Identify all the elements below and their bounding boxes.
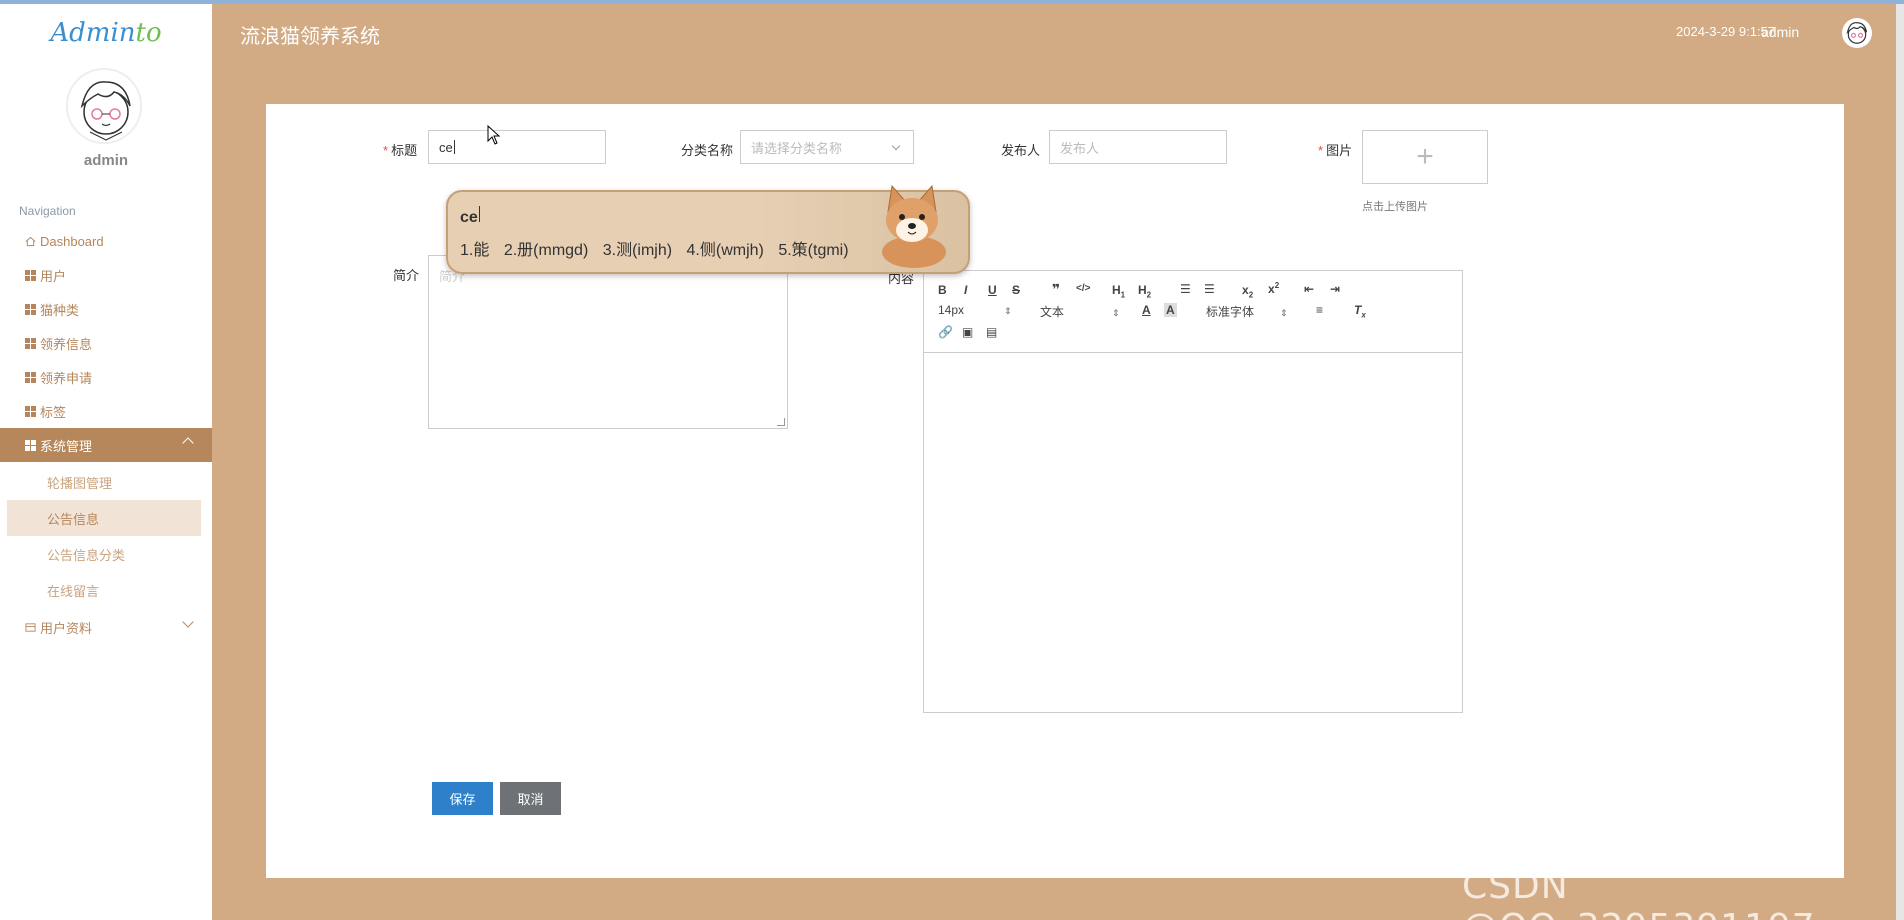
- indent-icon[interactable]: ⇥: [1330, 282, 1340, 296]
- sidebar-item-label: Dashboard: [40, 233, 104, 249]
- ime-candidate[interactable]: 5.策(tgmi): [778, 242, 848, 259]
- font-family-select[interactable]: 标准字体 ⇕: [1206, 303, 1288, 320]
- editor-toolbar: B I U S ❞ </> H1 H2 ☰ ☰ x2 x2 ⇤ ⇥ 14px ⇕ …: [924, 271, 1462, 353]
- bold-icon[interactable]: B: [938, 283, 947, 297]
- video-icon[interactable]: ▤: [986, 325, 997, 339]
- sidebar-item-label: 猫种类: [40, 302, 80, 318]
- grid-icon: [25, 439, 36, 451]
- grid-icon: [25, 371, 36, 383]
- top-border: [0, 0, 1904, 4]
- app-title: 流浪猫领养系统: [240, 26, 380, 48]
- watermark: CSDN @QQ_3295391197: [1462, 866, 1815, 920]
- heading2-icon[interactable]: H2: [1138, 283, 1151, 299]
- text-color-icon[interactable]: A: [1142, 303, 1151, 317]
- intro-label: 简介: [393, 268, 420, 283]
- shiba-dog-illustration: [882, 184, 946, 268]
- sidebar-item-label: 系统管理: [40, 438, 93, 454]
- sidebar-subitem-carousel[interactable]: 轮播图管理: [7, 464, 201, 500]
- ime-candidate[interactable]: 1.能: [460, 242, 489, 259]
- sidebar-item-label: 领养申请: [40, 370, 93, 386]
- italic-icon[interactable]: I: [964, 283, 967, 297]
- header-username[interactable]: admin: [1761, 24, 1799, 40]
- outdent-icon[interactable]: ⇤: [1304, 282, 1314, 296]
- publisher-input[interactable]: 发布人: [1049, 130, 1227, 164]
- sidebar-item-users[interactable]: 用户: [0, 258, 212, 292]
- sidebar-item-dashboard[interactable]: Dashboard: [0, 224, 212, 258]
- sidebar-item-label: 用户资料: [40, 620, 93, 636]
- mouse-cursor-icon: [487, 125, 501, 145]
- grid-icon: [25, 303, 36, 315]
- rich-text-editor: B I U S ❞ </> H1 H2 ☰ ☰ x2 x2 ⇤ ⇥ 14px ⇕ …: [923, 270, 1463, 713]
- publisher-label: 发布人: [1001, 143, 1041, 158]
- link-icon[interactable]: 🔗: [938, 325, 953, 339]
- ime-candidate[interactable]: 3.测(imjh): [603, 242, 672, 259]
- sidebar-subitem-announcement-categories[interactable]: 公告信息分类: [7, 536, 201, 572]
- category-select[interactable]: 请选择分类名称: [740, 130, 914, 164]
- superscript-icon[interactable]: x2: [1268, 281, 1279, 296]
- clear-format-icon[interactable]: Tx: [1354, 303, 1366, 319]
- strikethrough-icon[interactable]: S: [1012, 283, 1020, 297]
- grid-icon: [25, 337, 36, 349]
- sidebar-item-cat-breeds[interactable]: 猫种类: [0, 292, 212, 326]
- cancel-button[interactable]: 取消: [500, 782, 561, 815]
- sidebar-item-adoption-info[interactable]: 领养信息: [0, 326, 212, 360]
- sidebar-subitem-announcements[interactable]: 公告信息: [7, 500, 201, 536]
- ime-composition: ce: [460, 206, 480, 227]
- ordered-list-icon[interactable]: ☰: [1180, 282, 1191, 296]
- bullet-list-icon[interactable]: ☰: [1204, 282, 1215, 296]
- background-color-icon[interactable]: A: [1164, 303, 1177, 317]
- ime-candidate[interactable]: 4.侧(wmjh): [687, 242, 764, 259]
- resize-handle-icon[interactable]: [777, 418, 785, 426]
- title-label: * 标题: [383, 143, 418, 158]
- sidebar: Adminto admin Navigation Dashboard 用户 猫种…: [0, 4, 212, 920]
- image-icon[interactable]: ▣: [962, 325, 973, 339]
- heading1-icon[interactable]: H1: [1112, 283, 1125, 299]
- header-avatar[interactable]: [1842, 18, 1872, 48]
- nav-section-title: Navigation: [19, 204, 76, 218]
- chevron-down-icon: [182, 616, 194, 628]
- sidebar-item-tags[interactable]: 标签: [0, 394, 212, 428]
- image-upload-button[interactable]: +: [1362, 130, 1488, 184]
- grid-icon: [25, 269, 36, 281]
- ime-candidate[interactable]: 2.册(mmgd): [504, 242, 588, 259]
- image-label: * 图片: [1318, 143, 1353, 158]
- blockquote-icon[interactable]: ❞: [1052, 281, 1060, 298]
- intro-textarea[interactable]: 简介: [428, 255, 788, 429]
- sidebar-subitem-messages[interactable]: 在线留言: [7, 572, 201, 608]
- ime-candidate-popup: ce 1.能 2.册(mmgd) 3.测(imjh) 4.侧(wmjh) 5.策…: [446, 184, 970, 274]
- upload-hint: 点击上传图片: [1362, 201, 1428, 213]
- chevron-down-icon: [891, 141, 901, 151]
- sidebar-item-adoption-requests[interactable]: 领养申请: [0, 360, 212, 394]
- sidebar-item-label: 标签: [40, 404, 67, 420]
- category-label: 分类名称: [681, 143, 734, 158]
- sidebar-item-user-profile[interactable]: 用户资料: [0, 610, 212, 644]
- sidebar-username: admin: [83, 152, 129, 169]
- align-icon[interactable]: ≡: [1316, 303, 1323, 317]
- plus-icon: +: [1416, 140, 1434, 173]
- card-icon: [25, 622, 36, 632]
- sidebar-item-label: 用户: [40, 268, 67, 284]
- editor-content-area[interactable]: [924, 353, 1462, 713]
- user-avatar[interactable]: [66, 68, 142, 144]
- grid-icon: [25, 405, 36, 417]
- title-input[interactable]: ce: [428, 130, 606, 164]
- underline-icon[interactable]: U: [988, 283, 997, 297]
- block-type-select[interactable]: 文本 ⇕: [1040, 303, 1120, 320]
- sidebar-item-label: 领养信息: [40, 336, 93, 352]
- save-button[interactable]: 保存: [432, 782, 493, 815]
- page-scrollbar[interactable]: [1896, 4, 1904, 920]
- sidebar-item-system-management[interactable]: 系统管理: [0, 428, 212, 462]
- ime-candidate-list: 1.能 2.册(mmgd) 3.测(imjh) 4.侧(wmjh) 5.策(tg…: [460, 236, 857, 260]
- home-icon: [25, 236, 36, 246]
- font-size-select[interactable]: 14px ⇕: [938, 303, 1012, 317]
- subscript-icon[interactable]: x2: [1242, 283, 1253, 299]
- code-block-icon[interactable]: </>: [1076, 283, 1090, 294]
- chevron-up-icon: [182, 437, 194, 449]
- app-logo[interactable]: Adminto: [0, 18, 212, 48]
